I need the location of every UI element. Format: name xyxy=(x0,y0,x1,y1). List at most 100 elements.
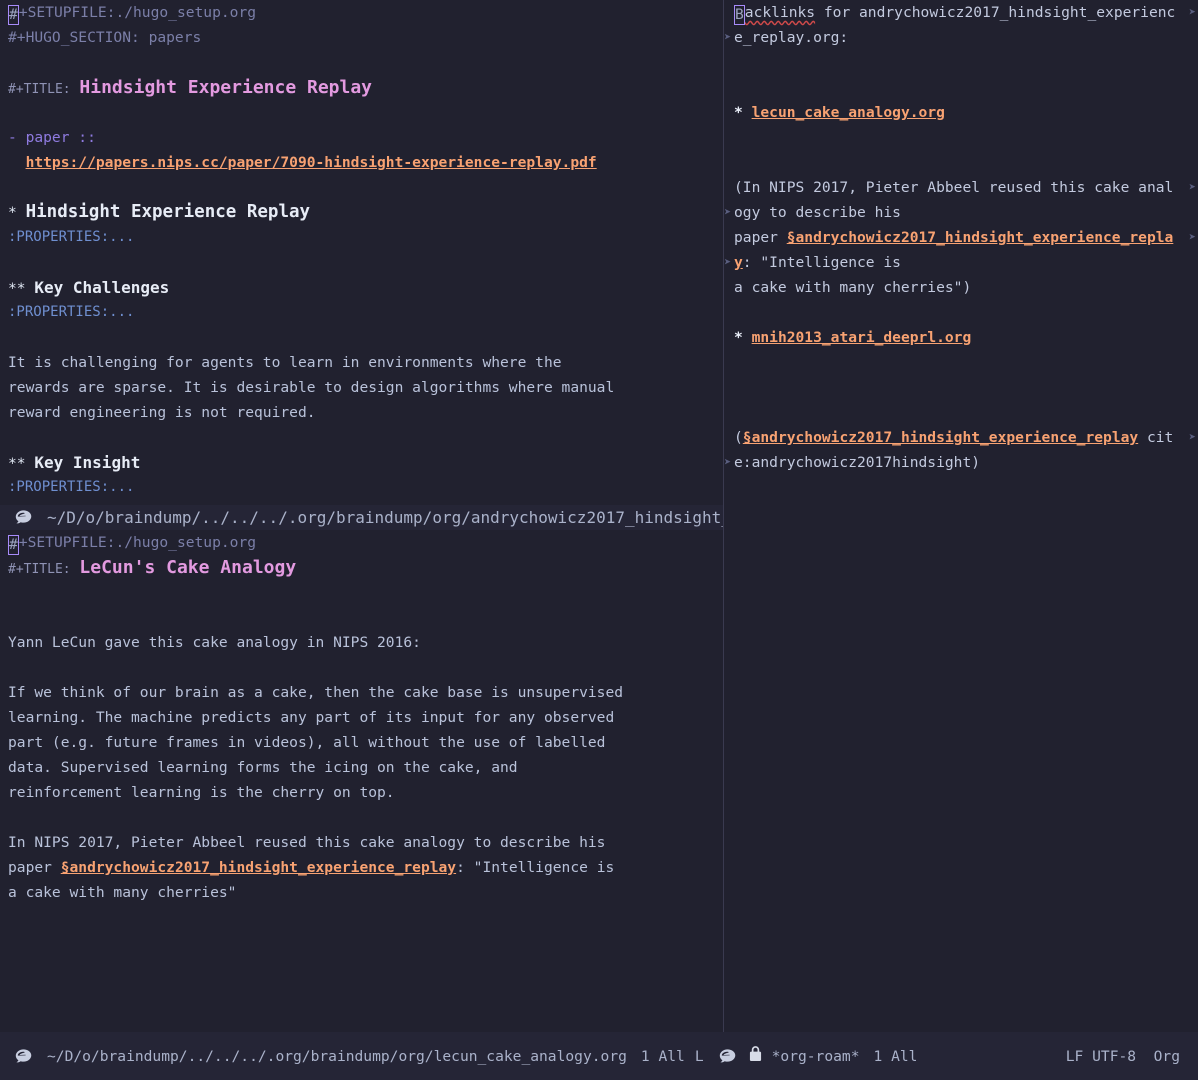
paragraph-line: data. Supervised learning forms the icin… xyxy=(8,759,518,776)
org-roam-link-continuation[interactable]: y xyxy=(734,254,743,271)
bottom-modeline-flag: L xyxy=(694,1047,704,1065)
header-continuation: e_replay.org: xyxy=(734,29,849,46)
text-cursor: # xyxy=(8,535,19,555)
heading-stars: ** xyxy=(8,455,26,472)
drawer-properties[interactable]: :PROPERTIES:... xyxy=(0,300,723,325)
emacs-icon xyxy=(14,508,33,527)
text-before-link: ( xyxy=(734,429,743,446)
bottom-modeline-path: ~/D/o/braindump/../../../.org/braindump/… xyxy=(47,1047,627,1065)
org-roam-link[interactable]: §andrychowicz2017_hindsight_experience_r… xyxy=(743,429,1138,446)
paragraph-line: reward engineering is not required. xyxy=(8,404,316,421)
drawer-properties[interactable]: :PROPERTIES:... xyxy=(0,225,723,250)
backlink-context-line: (In NIPS 2017, Pieter Abbeel reused this… xyxy=(724,175,1198,200)
line-setupfile: #+SETUPFILE:./hugo_setup.org xyxy=(0,0,723,25)
wrap-right-icon: ➤ xyxy=(1188,180,1196,194)
context-text: (In NIPS 2017, Pieter Abbeel reused this… xyxy=(734,179,1174,196)
eol-indicator[interactable]: LF xyxy=(1066,1048,1084,1065)
title-keyword: #+TITLE: xyxy=(8,82,71,97)
backlinks-header-cont: ➤ e_replay.org: xyxy=(724,25,1198,50)
major-mode-indicator[interactable]: Org xyxy=(1154,1048,1180,1065)
text-before-link: paper xyxy=(734,229,787,246)
backlinks-header: Backlinks for andrychowicz2017_hindsight… xyxy=(724,0,1198,25)
keyword-text: +SETUPFILE:./hugo_setup.org xyxy=(18,534,257,551)
bottom-modeline-buffer-name: *org-roam* xyxy=(771,1047,860,1065)
title-value: LeCun's Cake Analogy xyxy=(79,557,297,578)
left-pane: #+SETUPFILE:./hugo_setup.org #+HUGO_SECT… xyxy=(0,0,723,1032)
left-window-modeline[interactable]: ~/D/o/braindump/../../../.org/braindump/… xyxy=(0,505,723,530)
paragraph-line: It is challenging for agents to learn in… xyxy=(8,354,562,371)
wrap-left-icon: ➤ xyxy=(724,205,732,219)
heading-key-insight[interactable]: ** Key Insight xyxy=(0,450,723,475)
backlink-context-line: ➤ ogy to describe his xyxy=(724,200,1198,225)
backlink-context-line-with-link: ➤ y: "Intelligence is xyxy=(724,250,1198,275)
org-buffer-hindsight-experience-replay[interactable]: #+SETUPFILE:./hugo_setup.org #+HUGO_SECT… xyxy=(0,0,723,505)
encoding-indicator[interactable]: UTF-8 xyxy=(1092,1048,1136,1065)
backlink-context-line: ➤ e:andrychowicz2017hindsight) xyxy=(724,450,1198,475)
backlink-context-line-with-link: (§andrychowicz2017_hindsight_experience_… xyxy=(724,425,1198,450)
bottom-modeline-right-segment: LF UTF-8 Org xyxy=(1066,1048,1198,1065)
left-modeline-path: ~/D/o/braindump/../../../.org/braindump/… xyxy=(47,508,723,527)
line-paper-url: https://papers.nips.cc/paper/7090-hindsi… xyxy=(0,150,723,175)
heading-hindsight-experience-replay[interactable]: * Hindsight Experience Replay xyxy=(0,200,723,225)
emacs-icon xyxy=(718,1047,737,1066)
paper-url-link[interactable]: https://papers.nips.cc/paper/7090-hindsi… xyxy=(26,154,597,171)
drawer-properties[interactable]: :PROPERTIES:... xyxy=(0,475,723,500)
backlink-link[interactable]: mnih2013_atari_deeprl.org xyxy=(752,329,972,346)
header-rest: for andrychowicz2017_hindsight_experienc xyxy=(815,4,1176,21)
text-cursor: # xyxy=(8,5,19,25)
wrap-right-icon: ➤ xyxy=(1188,230,1196,244)
line-setupfile: #+SETUPFILE:./hugo_setup.org xyxy=(0,530,723,555)
wrap-right-icon: ➤ xyxy=(1188,5,1196,19)
backlink-link[interactable]: lecun_cake_analogy.org xyxy=(752,104,945,121)
paragraph-line: reinforcement learning is the cherry on … xyxy=(8,784,395,801)
line-hugo-section: #+HUGO_SECTION: papers xyxy=(8,29,202,46)
paragraph-line-with-link: paper §andrychowicz2017_hindsight_experi… xyxy=(0,855,723,880)
text-cursor: B xyxy=(734,5,745,25)
text-before-link: paper xyxy=(8,859,61,876)
text-after-link: cit xyxy=(1138,429,1174,446)
line-title: #+TITLE: Hindsight Experience Replay xyxy=(0,75,723,100)
line-title: #+TITLE: LeCun's Cake Analogy xyxy=(0,555,723,580)
heading-stars: ** xyxy=(8,280,26,297)
misspelled-word: acklinks xyxy=(744,4,816,21)
heading-star: * xyxy=(734,104,743,121)
emacs-frame: #+SETUPFILE:./hugo_setup.org #+HUGO_SECT… xyxy=(0,0,1198,1080)
backlink-context-line: a cake with many cherries") xyxy=(734,279,972,296)
org-buffer-lecun-cake-analogy[interactable]: #+SETUPFILE:./hugo_setup.org #+TITLE: Le… xyxy=(0,530,723,1032)
org-roam-link[interactable]: §andrychowicz2017_hindsight_experience_r… xyxy=(61,859,456,876)
paragraph-line: learning. The machine predicts any part … xyxy=(8,709,615,726)
lock-icon xyxy=(749,1046,762,1066)
backlink-heading-mnih2013-atari-deeprl[interactable]: * mnih2013_atari_deeprl.org xyxy=(724,325,1198,350)
wrap-left-icon: ➤ xyxy=(724,30,732,44)
org-roam-backlinks-buffer[interactable]: Backlinks for andrychowicz2017_hindsight… xyxy=(724,0,1198,1032)
wrap-right-icon: ➤ xyxy=(1188,430,1196,444)
paragraph-line: rewards are sparse. It is desirable to d… xyxy=(8,379,615,396)
paragraph-line: part (e.g. future frames in videos), all… xyxy=(8,734,606,751)
backlink-heading-lecun-cake-analogy[interactable]: * lecun_cake_analogy.org xyxy=(724,100,1198,125)
org-roam-link[interactable]: §andrychowicz2017_hindsight_experience_r… xyxy=(787,229,1174,246)
wrap-left-icon: ➤ xyxy=(724,255,732,269)
context-text: ogy to describe his xyxy=(734,204,901,221)
backlink-context-line-with-link: paper §andrychowicz2017_hindsight_experi… xyxy=(724,225,1198,250)
heading-key-challenges[interactable]: ** Key Challenges xyxy=(0,275,723,300)
paragraph-line: Yann LeCun gave this cake analogy in NIP… xyxy=(8,634,421,651)
wrap-left-icon: ➤ xyxy=(724,455,732,469)
heading-text: Hindsight Experience Replay xyxy=(25,202,311,222)
bottom-modeline[interactable]: ~/D/o/braindump/../../../.org/braindump/… xyxy=(0,1032,1198,1080)
line-paper-item: - paper :: xyxy=(8,129,96,146)
context-text: e:andrychowicz2017hindsight) xyxy=(734,454,981,471)
paragraph-line: In NIPS 2017, Pieter Abbeel reused this … xyxy=(8,834,606,851)
